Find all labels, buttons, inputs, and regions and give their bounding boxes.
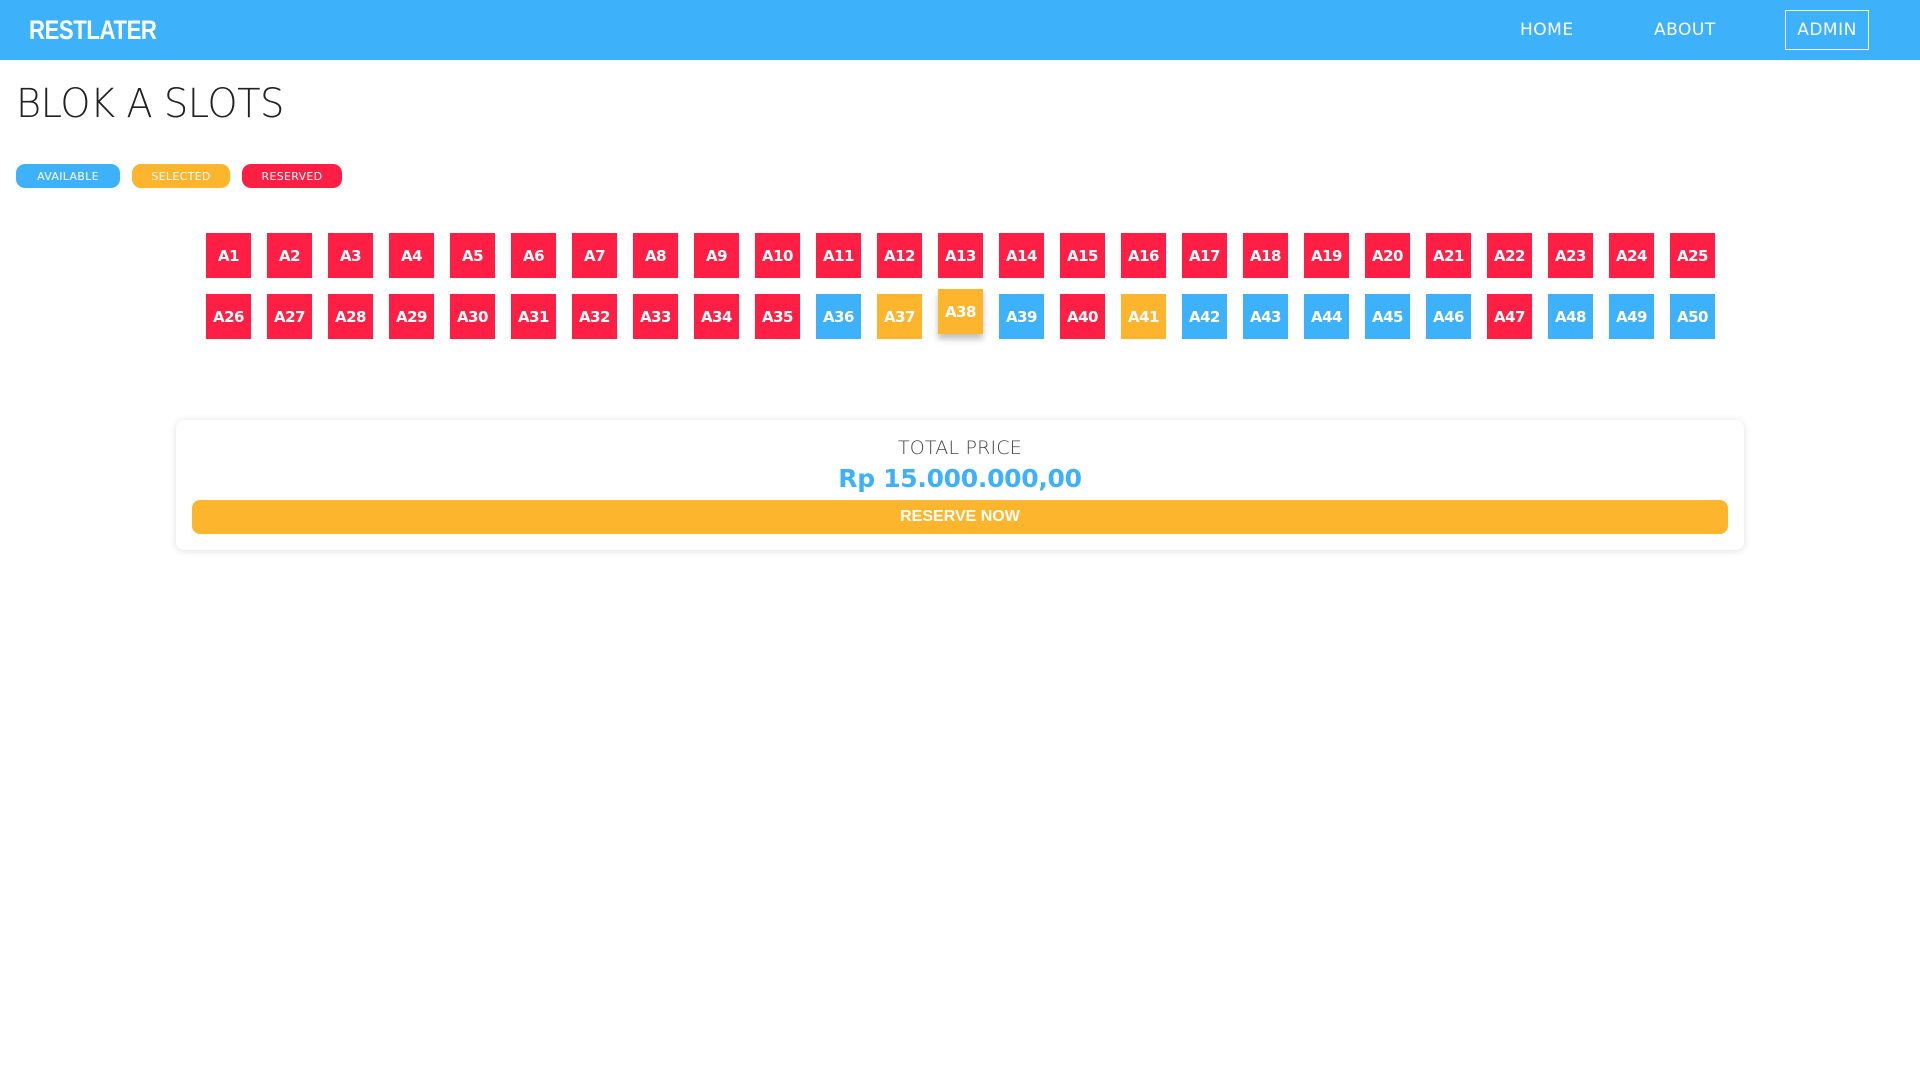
- total-price-label: TOTAL PRICE: [897, 437, 1023, 459]
- slot-a33[interactable]: A33: [633, 294, 678, 339]
- slot-a28[interactable]: A28: [328, 294, 373, 339]
- slot-a18[interactable]: A18: [1243, 233, 1288, 278]
- slot-a5[interactable]: A5: [450, 233, 495, 278]
- slot-a46[interactable]: A46: [1426, 294, 1471, 339]
- slot-a37[interactable]: A37: [877, 294, 922, 339]
- slot-a15[interactable]: A15: [1060, 233, 1105, 278]
- slot-a27[interactable]: A27: [267, 294, 312, 339]
- slot-a22[interactable]: A22: [1487, 233, 1532, 278]
- slot-a13[interactable]: A13: [938, 233, 983, 278]
- slot-a36[interactable]: A36: [816, 294, 861, 339]
- slot-a7[interactable]: A7: [572, 233, 617, 278]
- slot-a50[interactable]: A50: [1670, 294, 1715, 339]
- nav-home-link[interactable]: HOME: [1520, 18, 1574, 42]
- slot-a34[interactable]: A34: [694, 294, 739, 339]
- slot-a39[interactable]: A39: [999, 294, 1044, 339]
- slot-a21[interactable]: A21: [1426, 233, 1471, 278]
- slot-a32[interactable]: A32: [572, 294, 617, 339]
- slot-a44[interactable]: A44: [1304, 294, 1349, 339]
- nav-admin-button[interactable]: ADMIN: [1785, 10, 1869, 50]
- slot-a12[interactable]: A12: [877, 233, 922, 278]
- slot-a19[interactable]: A19: [1304, 233, 1349, 278]
- slot-a16[interactable]: A16: [1121, 233, 1166, 278]
- slot-a41[interactable]: A41: [1121, 294, 1166, 339]
- price-summary-card: TOTAL PRICE Rp 15.000.000,00 RESERVE NOW: [176, 420, 1744, 550]
- slot-a29[interactable]: A29: [389, 294, 434, 339]
- slot-a35[interactable]: A35: [755, 294, 800, 339]
- slot-a8[interactable]: A8: [633, 233, 678, 278]
- slot-a45[interactable]: A45: [1365, 294, 1410, 339]
- slot-a20[interactable]: A20: [1365, 233, 1410, 278]
- slot-a43[interactable]: A43: [1243, 294, 1288, 339]
- slot-a2[interactable]: A2: [267, 233, 312, 278]
- legend-reserved-badge: RESERVED: [242, 164, 342, 188]
- slot-a10[interactable]: A10: [755, 233, 800, 278]
- legend-selected-badge: SELECTED: [132, 164, 230, 188]
- brand-logo[interactable]: RESTLATER: [29, 14, 157, 46]
- slot-a47[interactable]: A47: [1487, 294, 1532, 339]
- reserve-now-button[interactable]: RESERVE NOW: [192, 500, 1728, 534]
- slot-a6[interactable]: A6: [511, 233, 556, 278]
- slot-a11[interactable]: A11: [816, 233, 861, 278]
- slot-a17[interactable]: A17: [1182, 233, 1227, 278]
- slot-a49[interactable]: A49: [1609, 294, 1654, 339]
- slot-a40[interactable]: A40: [1060, 294, 1105, 339]
- slot-a24[interactable]: A24: [1609, 233, 1654, 278]
- slot-a31[interactable]: A31: [511, 294, 556, 339]
- nav-about-link[interactable]: ABOUT: [1654, 18, 1716, 42]
- slot-a3[interactable]: A3: [328, 233, 373, 278]
- slot-a14[interactable]: A14: [999, 233, 1044, 278]
- slot-a4[interactable]: A4: [389, 233, 434, 278]
- slot-a42[interactable]: A42: [1182, 294, 1227, 339]
- slot-a38[interactable]: A38: [938, 289, 983, 334]
- slot-a1[interactable]: A1: [206, 233, 251, 278]
- total-price-value: Rp 15.000.000,00: [838, 464, 1082, 493]
- slot-a25[interactable]: A25: [1670, 233, 1715, 278]
- legend-available-badge: AVAILABLE: [16, 164, 120, 188]
- slot-a48[interactable]: A48: [1548, 294, 1593, 339]
- slot-a23[interactable]: A23: [1548, 233, 1593, 278]
- page-title: BLOK A SLOTS: [16, 81, 284, 127]
- slot-a26[interactable]: A26: [206, 294, 251, 339]
- slot-a9[interactable]: A9: [694, 233, 739, 278]
- navbar: RESTLATER HOME ABOUT ADMIN: [0, 0, 1920, 60]
- slot-a30[interactable]: A30: [450, 294, 495, 339]
